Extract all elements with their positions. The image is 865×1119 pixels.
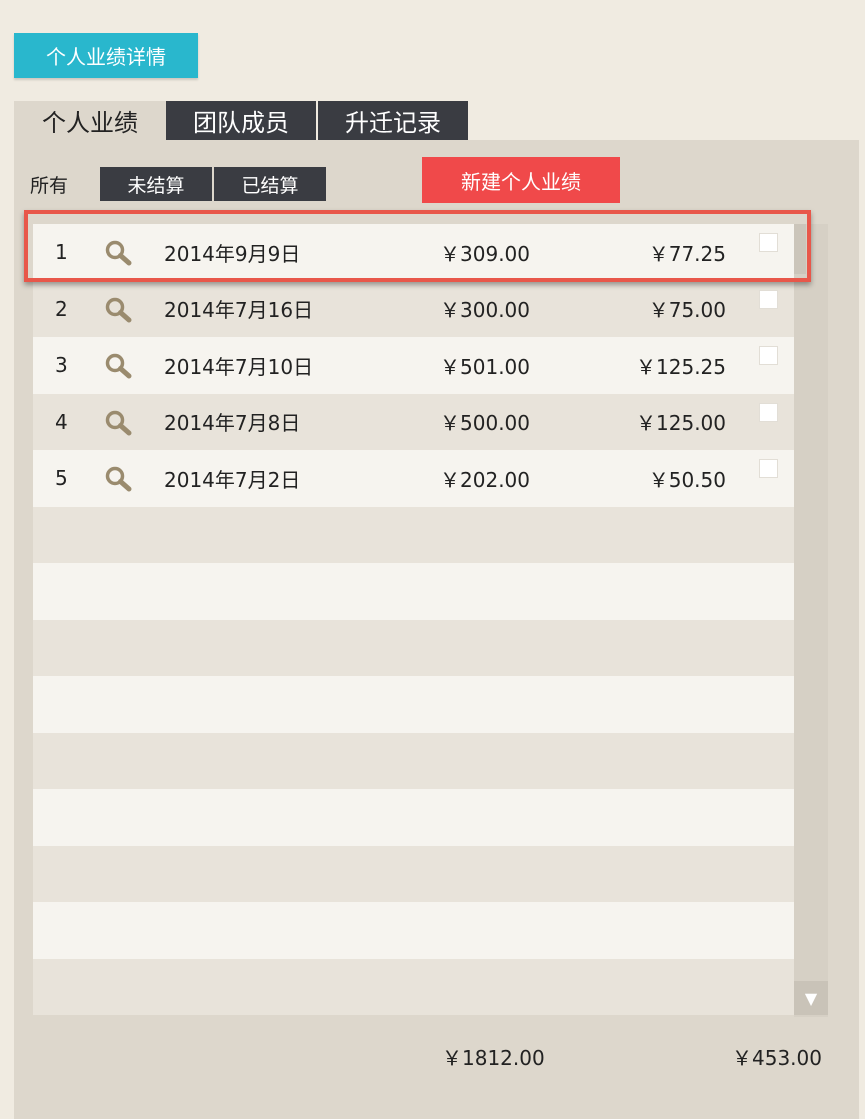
row-commission: ￥75.00 [648, 298, 726, 323]
total-commission: ￥453.00 [732, 1046, 822, 1070]
row-number: 5 [55, 466, 68, 491]
table-row[interactable]: 3 2014年7月10日 ￥501.00 ￥125.25 [33, 337, 794, 394]
personal-performance-detail-label: 个人业绩详情 [46, 45, 166, 69]
table-row[interactable]: 4 2014年7月8日 ￥500.00 ￥125.00 [33, 393, 794, 450]
magnifier-icon[interactable] [104, 410, 132, 436]
empty-row [33, 676, 794, 733]
filter-settled-label: 已结算 [241, 174, 299, 197]
tab-promotion-records[interactable]: 升迁记录 [318, 101, 468, 140]
empty-row [33, 506, 794, 563]
scroll-thumb[interactable] [794, 224, 806, 274]
row-checkbox[interactable] [759, 233, 778, 252]
new-personal-performance-label: 新建个人业绩 [461, 169, 581, 194]
personal-performance-detail-button[interactable]: 个人业绩详情 [14, 33, 198, 78]
row-amount: ￥501.00 [440, 354, 530, 379]
table-row[interactable]: 1 2014年9月9日 ￥309.00 ￥77.25 [33, 224, 794, 281]
row-commission: ￥77.25 [648, 241, 726, 266]
tab-team-members[interactable]: 团队成员 [166, 101, 318, 140]
row-number: 1 [55, 240, 68, 265]
filter-unsettled-label: 未结算 [127, 174, 185, 197]
magnifier-icon[interactable] [104, 297, 132, 323]
empty-row [33, 845, 794, 902]
row-checkbox[interactable] [759, 289, 778, 309]
performance-table: 1 2014年9月9日 ￥309.00 ￥77.25 2 2014年7月16日 … [33, 224, 794, 1017]
row-commission: ￥50.50 [648, 467, 726, 492]
row-checkbox[interactable] [759, 459, 778, 478]
tab-bar: 个人业绩 团队成员 升迁记录 [14, 101, 468, 140]
row-checkbox[interactable] [759, 402, 778, 422]
magnifier-icon[interactable] [104, 466, 132, 492]
new-personal-performance-button[interactable]: 新建个人业绩 [422, 157, 620, 203]
row-amount: ￥202.00 [440, 467, 530, 492]
empty-row [33, 902, 794, 959]
row-amount: ￥500.00 [440, 411, 530, 436]
row-date: 2014年7月8日 [164, 411, 301, 436]
filter-all[interactable]: 所有 [14, 171, 100, 198]
row-commission: ￥125.00 [636, 411, 726, 436]
row-checkbox[interactable] [759, 346, 778, 365]
magnifier-icon[interactable] [104, 240, 132, 266]
empty-row [33, 563, 794, 620]
total-amount: ￥1812.00 [442, 1046, 545, 1070]
empty-row [33, 958, 794, 1015]
row-number: 3 [55, 353, 68, 378]
row-commission: ￥125.25 [636, 354, 726, 379]
row-number: 4 [55, 409, 68, 434]
empty-row [33, 789, 794, 846]
down-triangle-icon: ▼ [804, 988, 818, 1008]
table-row[interactable]: 2 2014年7月16日 ￥300.00 ￥75.00 [33, 280, 794, 337]
row-date: 2014年7月16日 [164, 298, 314, 323]
scroll-down-button[interactable]: ▼ [794, 981, 828, 1015]
tab-label: 团队成员 [193, 109, 289, 137]
tab-label: 个人业绩 [42, 109, 138, 137]
empty-row [33, 732, 794, 789]
row-number: 2 [55, 296, 68, 321]
row-amount: ￥309.00 [440, 241, 530, 266]
filter-bar: 所有 未结算 已结算 [30, 166, 328, 202]
row-amount: ￥300.00 [440, 298, 530, 323]
tab-personal-performance[interactable]: 个人业绩 [14, 101, 166, 140]
magnifier-icon[interactable] [104, 353, 132, 379]
filter-unsettled-button[interactable]: 未结算 [100, 167, 214, 201]
filter-settled-button[interactable]: 已结算 [214, 167, 328, 201]
row-date: 2014年7月2日 [164, 467, 301, 492]
empty-row [33, 619, 794, 676]
table-scrollbar[interactable] [794, 224, 828, 1017]
tab-label: 升迁记录 [345, 109, 441, 137]
table-row[interactable]: 5 2014年7月2日 ￥202.00 ￥50.50 [33, 450, 794, 507]
row-date: 2014年7月10日 [164, 354, 314, 379]
row-date: 2014年9月9日 [164, 241, 301, 266]
